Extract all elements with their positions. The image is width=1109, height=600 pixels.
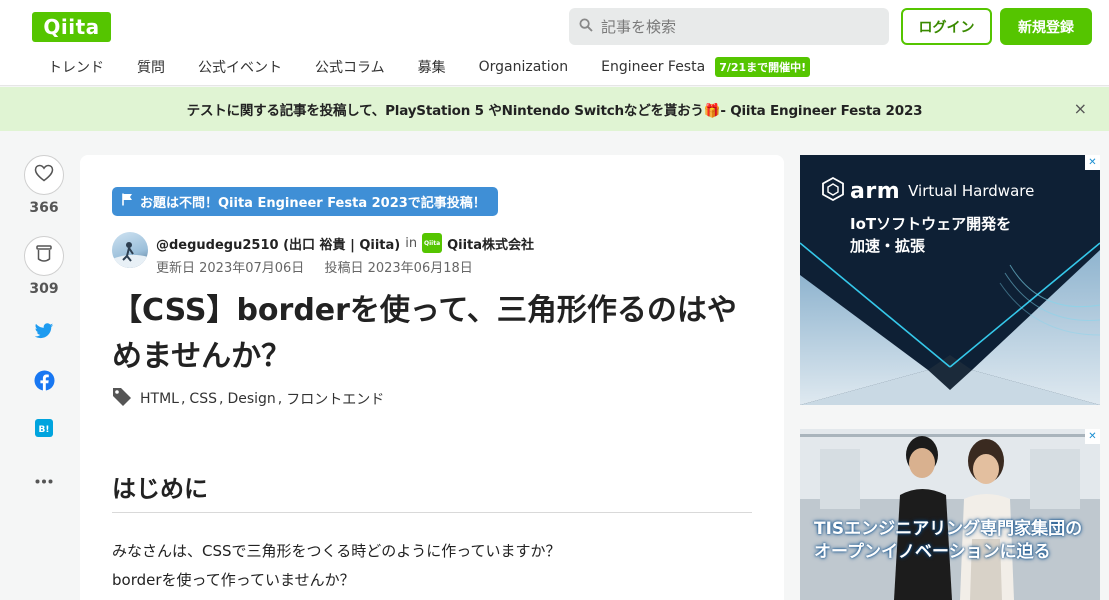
nav-item-official-columns[interactable]: 公式コラム: [315, 57, 385, 77]
tag-frontend[interactable]: フロントエンド: [286, 389, 384, 409]
author-name[interactable]: @degudegu2510 (出口 裕貴 | Qiita): [156, 234, 400, 253]
nav-item-organization[interactable]: Organization: [479, 59, 569, 75]
author-avatar[interactable]: [112, 232, 148, 268]
hexagon-icon: [822, 176, 844, 205]
updated-date: 更新日 2023年07月06日: [156, 261, 305, 276]
nav-item-engineer-festa[interactable]: Engineer Festa: [601, 59, 705, 75]
nav-item-official-events[interactable]: 公式イベント: [198, 57, 282, 77]
nav-item-questions[interactable]: 質問: [137, 57, 165, 77]
search-box[interactable]: [569, 8, 889, 45]
search-icon: [579, 17, 593, 36]
ad-arm-virtual-hardware[interactable]: arm Virtual Hardware IoTソフトウェア開発を 加速・拡張 …: [800, 155, 1100, 405]
close-icon[interactable]: ×: [1074, 99, 1087, 118]
article-dates: 更新日 2023年07月06日 投稿日 2023年06月18日: [156, 257, 489, 276]
like-count: 366: [29, 200, 59, 216]
search-input[interactable]: [601, 17, 871, 36]
nav-item-trend[interactable]: トレンド: [48, 57, 104, 77]
tag-icon: [112, 387, 140, 411]
paragraph-1: みなさんは、CSSで三角形をつくる時どのように作っていますか？: [112, 542, 561, 560]
arm-product-name: Virtual Hardware: [908, 182, 1035, 200]
stock-button[interactable]: [24, 236, 64, 276]
stock-count: 309: [29, 281, 59, 297]
paragraph-2: borderを使って作っていませんか？: [112, 571, 355, 589]
arm-copy-line-1: IoTソフトウェア開発を: [850, 215, 1012, 233]
organization-name[interactable]: Qiita株式会社: [447, 234, 534, 253]
event-tag[interactable]: お題は不問！Qiita Engineer Festa 2023で記事投稿！: [112, 187, 498, 216]
tag-html[interactable]: HTML: [140, 391, 179, 407]
heart-icon: [34, 164, 54, 186]
author-line: @degudegu2510 (出口 裕貴 | Qiita) in Qiita Q…: [156, 233, 534, 253]
festa-badge[interactable]: 7/21まで開催中!: [715, 57, 811, 77]
event-tag-label: お題は不問！Qiita Engineer Festa 2023で記事投稿！: [140, 196, 486, 211]
twitter-icon: [34, 322, 54, 344]
site-header: Qiita ログイン 新規登録 トレンド 質問 公式イベント 公式コラム 募集 …: [0, 0, 1109, 86]
hatena-bookmark-share[interactable]: B!: [32, 418, 56, 442]
tag-css[interactable]: CSS: [189, 391, 217, 407]
author-in-label: in: [405, 235, 418, 251]
flag-icon: [122, 193, 140, 210]
like-button[interactable]: [24, 155, 64, 195]
tag-design[interactable]: Design: [227, 391, 275, 407]
signup-button[interactable]: 新規登録: [1000, 8, 1092, 45]
close-icon[interactable]: ✕: [1085, 429, 1100, 444]
announcement-banner[interactable]: テストに関する記事を投稿して、PlayStation 5 やNintendo S…: [0, 87, 1109, 131]
facebook-share[interactable]: [32, 370, 56, 394]
qiita-logo[interactable]: Qiita: [32, 12, 111, 42]
section-heading: はじめに: [112, 469, 752, 513]
organization-logo[interactable]: Qiita: [422, 233, 443, 253]
banner-text[interactable]: テストに関する記事を投稿して、PlayStation 5 やNintendo S…: [187, 99, 923, 119]
article-card: お題は不問！Qiita Engineer Festa 2023で記事投稿！ @d…: [80, 155, 784, 600]
svg-text:B!: B!: [39, 425, 50, 435]
tag-list: HTML, CSS, Design, フロントエンド: [112, 387, 386, 411]
hatena-icon: B!: [35, 419, 53, 441]
close-icon[interactable]: ✕: [1085, 155, 1100, 170]
posted-date: 投稿日 2023年06月18日: [324, 261, 473, 276]
more-button[interactable]: [32, 466, 56, 490]
arm-copy-line-2: 加速・拡張: [850, 237, 926, 255]
main-nav: トレンド 質問 公式イベント 公式コラム 募集 Organization Eng…: [32, 55, 811, 79]
tis-copy-line-1: TISエンジニアリング専門家集団の: [814, 519, 1083, 539]
arm-wordmark: arm: [850, 178, 901, 204]
twitter-share[interactable]: [32, 321, 56, 345]
tis-copy-line-2: オープンイノベーションに迫る: [814, 542, 1051, 562]
nav-item-recruit[interactable]: 募集: [418, 57, 446, 77]
article-title: 【CSS】borderを使って、三角形作るのはやめませんか？: [112, 293, 737, 374]
ad-tis[interactable]: TISエンジニアリング専門家集団の オープンイノベーションに迫る ✕: [800, 429, 1100, 600]
login-button[interactable]: ログイン: [901, 8, 992, 45]
arm-logo: arm Virtual Hardware: [822, 176, 1035, 205]
facebook-icon: [34, 370, 55, 395]
stock-icon: [35, 244, 53, 268]
more-icon: [35, 469, 53, 488]
